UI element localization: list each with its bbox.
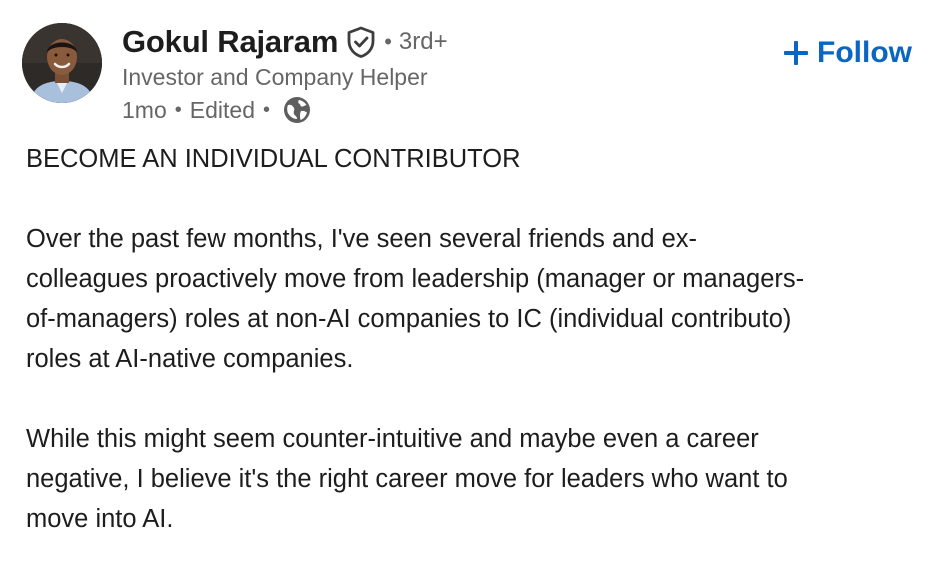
post-title: BECOME AN INDIVIDUAL CONTRIBUTOR [26,145,521,173]
author-name-row: Gokul Rajaram • 3rd+ [122,22,742,62]
post-paragraph: Over the past few months, I've seen seve… [26,225,805,373]
author-name[interactable]: Gokul Rajaram [122,24,338,60]
post-body: BECOME AN INDIVIDUAL CONTRIBUTOR Over th… [26,139,921,539]
author-info: Gokul Rajaram • 3rd+ Investor and Compan… [122,22,742,127]
plus-icon [783,40,809,66]
separator-dot: • [174,98,182,121]
post-paragraph: While this might seem counter-intuitive … [26,425,788,533]
post-time[interactable]: 1mo [122,97,167,124]
connection-degree: 3rd+ [398,28,448,55]
globe-icon [282,95,312,125]
verified-shield-icon[interactable] [346,26,376,58]
feed-post: Gokul Rajaram • 3rd+ Investor and Compan… [0,0,938,566]
separator-dot: • [262,98,270,121]
avatar-photo [22,23,102,103]
follow-button[interactable]: Follow [783,32,912,74]
avatar[interactable] [22,23,102,103]
separator-dot: • [384,29,392,54]
follow-label: Follow [817,36,912,69]
author-headline: Investor and Company Helper [122,64,428,90]
post-meta: 1mo • Edited • [122,93,742,127]
edited-label: Edited [189,96,255,123]
